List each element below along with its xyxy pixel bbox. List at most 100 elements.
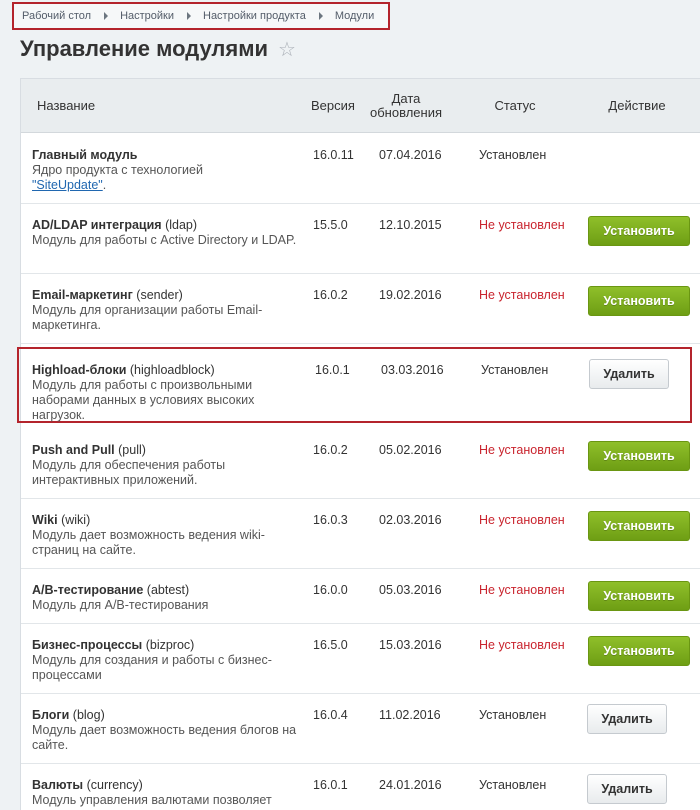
module-description-text: Модуль для A/B-тестирования [32,598,209,612]
breadcrumb-modules[interactable]: Модули [335,10,374,22]
install-button[interactable]: Установить [588,636,690,666]
header-name[interactable]: Название [37,99,95,113]
module-description-text: Модуль для создания и работы с бизнес-пр… [32,653,272,682]
module-description: Модуль для работы с произвольными набора… [32,378,297,423]
module-date: 11.02.2016 [379,708,441,722]
table-row: AD/LDAP интеграция (ldap) Модуль для рабо… [21,204,700,274]
module-description-text: Модуль для обеспечения работы интерактив… [32,458,226,487]
chevron-right-icon [187,12,191,20]
header-action: Действие [608,98,666,113]
module-title: Бизнес-процессы [32,638,143,652]
delete-button[interactable]: Удалить [587,704,667,734]
module-title: Блоги [32,708,70,722]
siteupdate-link[interactable]: "SiteUpdate" [32,178,103,192]
module-date: 05.03.2016 [379,583,442,597]
module-description-end: . [102,178,107,192]
module-code: (blog) [72,708,105,722]
table-row: Wiki (wiki) Модуль дает возможность веден… [21,499,700,569]
module-title: Wiki [32,513,58,527]
module-description-text: Модуль для работы с Active Directory и L… [32,233,297,247]
module-version: 16.0.1 [313,778,348,792]
module-date: 03.03.2016 [381,363,444,377]
install-button[interactable]: Установить [588,581,690,611]
module-code: (ldap) [165,218,198,232]
module-description: Модуль управления валютами позволяет [32,793,297,808]
module-code: (highloadblock) [129,363,215,377]
breadcrumb-desktop[interactable]: Рабочий стол [22,10,91,22]
table-header: Название Версия Дата обновления Статус Д… [21,79,700,133]
module-code: (currency) [86,778,143,792]
module-description: Ядро продукта с технологией "SiteUpdate". [32,163,297,193]
header-date[interactable]: Дата обновления [365,92,447,120]
module-date: 05.02.2016 [379,443,442,457]
module-version: 16.5.0 [313,638,348,652]
module-name-cell: Email-маркетинг (sender) Модуль для орган… [32,288,297,333]
module-status: Не установлен [479,513,565,527]
table-row: Блоги (blog) Модуль дает возможность веде… [21,694,700,764]
module-date: 15.03.2016 [379,638,442,652]
module-status: Не установлен [479,218,565,232]
table-row: Push and Pull (pull) Модуль для обеспечен… [21,429,700,499]
module-code: (sender) [136,288,183,302]
module-name-cell: Валюты (currency) Модуль управления валют… [32,778,297,808]
module-status: Не установлен [479,583,565,597]
delete-button[interactable]: Удалить [587,774,667,804]
install-button[interactable]: Установить [588,441,690,471]
module-description-text: Модуль для работы с произвольными набора… [32,378,255,422]
module-code: (pull) [118,443,146,457]
module-title: AD/LDAP интеграция [32,218,162,232]
module-date: 07.04.2016 [379,148,442,162]
module-code: (abtest) [146,583,190,597]
chevron-right-icon [104,12,109,20]
module-description-text: Модуль дает возможность ведения блогов н… [32,723,297,752]
module-version: 16.0.2 [313,443,348,457]
module-date: 12.10.2015 [379,218,442,232]
install-button[interactable]: Установить [588,511,690,541]
module-name-cell: Push and Pull (pull) Модуль для обеспечен… [32,443,297,488]
module-code: (bizproc) [145,638,195,652]
chevron-right-icon [318,12,323,20]
page-title: Управление модулями [20,36,269,61]
module-name-cell: Блоги (blog) Модуль дает возможность веде… [32,708,297,753]
module-name-cell: A/B-тестирование (abtest) Модуль для A/B-… [32,583,297,613]
breadcrumb: Рабочий стол Настройки Настройки продукт… [12,2,390,30]
delete-button[interactable]: Удалить [589,359,669,389]
module-description-text: Модуль управления валютами позволяет [32,793,272,807]
header-version[interactable]: Версия [311,99,355,113]
module-title: Главный модуль [32,148,138,162]
module-title: Email-маркетинг [32,288,133,302]
module-title: Push and Pull [32,443,115,457]
module-description: Модуль для обеспечения работы интерактив… [32,458,297,488]
module-version: 15.5.0 [313,218,348,232]
install-button[interactable]: Установить [588,216,690,246]
module-title: Highload-блоки [32,363,127,377]
breadcrumb-settings[interactable]: Настройки [120,10,174,22]
breadcrumb-product-settings[interactable]: Настройки продукта [203,10,306,22]
module-status: Не установлен [479,443,565,457]
module-date: 02.03.2016 [379,513,442,527]
module-status: Установлен [479,148,547,162]
install-button[interactable]: Установить [588,286,690,316]
module-version: 16.0.3 [313,513,348,527]
table-row: Валюты (currency) Модуль управления валют… [21,764,700,810]
module-name-cell: Бизнес-процессы (bizproc) Модуль для созд… [32,638,297,683]
module-name-cell: Highload-блоки (highloadblock) Модуль для… [32,363,297,423]
table-row: Главный модуль Ядро продукта с технологи… [21,134,700,204]
module-name-cell: AD/LDAP интеграция (ldap) Модуль для рабо… [32,218,297,248]
module-name-cell: Wiki (wiki) Модуль дает возможность веден… [32,513,297,558]
table-row: A/B-тестирование (abtest) Модуль для A/B-… [21,569,700,624]
module-description: Модуль для создания и работы с бизнес-пр… [32,653,297,683]
module-status: Установлен [479,778,547,792]
table-row: Email-маркетинг (sender) Модуль для орган… [21,274,700,344]
header-status[interactable]: Статус [475,99,555,113]
module-description: Модуль дает возможность ведения wiki-стр… [32,528,297,558]
module-description: Модуль для A/B-тестирования [32,598,297,613]
module-version: 16.0.2 [313,288,348,302]
module-status: Не установлен [479,288,565,302]
module-version: 16.0.11 [313,148,354,162]
star-icon[interactable]: ☆ [278,40,296,60]
module-description: Модуль дает возможность ведения блогов н… [32,723,297,753]
module-date: 24.01.2016 [379,778,442,792]
module-code: (wiki) [61,513,91,527]
module-description-text: Ядро продукта с технологией [32,163,203,177]
